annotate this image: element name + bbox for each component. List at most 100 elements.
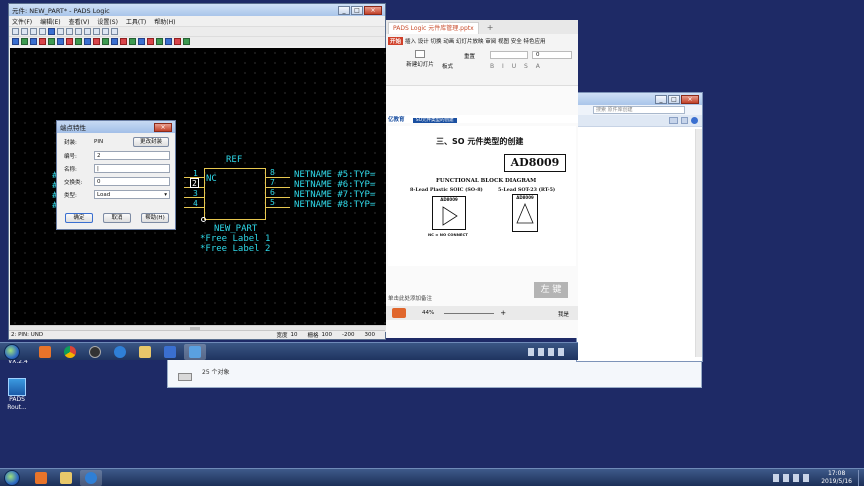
ref-designator[interactable]: REF [226,155,242,165]
reset-button[interactable]: 重置 [464,52,475,60]
ribbon-menu[interactable]: 插入 设计 切换 动画 幻灯片放映 审阅 视图 安全 特色应用 [405,37,546,45]
attribute-icon[interactable] [165,38,172,45]
decal-icon[interactable] [183,38,190,45]
close-button[interactable]: × [364,5,382,15]
help-icon[interactable] [691,117,698,124]
part-editor-icon[interactable] [111,28,118,35]
free-label[interactable]: *Free Label 1 [200,234,270,244]
print-icon[interactable] [39,28,46,35]
maximize-button[interactable]: □ [668,94,680,104]
line-icon[interactable] [66,38,73,45]
ok-button[interactable]: 确定 [65,213,93,223]
font-size-select[interactable]: 0 [532,51,572,59]
label-icon[interactable] [120,38,127,45]
new-slide-button[interactable]: 新建幻灯片 [406,50,434,68]
pin-icon[interactable] [48,38,55,45]
pin-number-icon[interactable] [138,38,145,45]
wire-icon[interactable] [21,38,28,45]
taskbar-ie[interactable] [80,469,102,486]
zoom-level[interactable]: 44% [422,310,434,316]
explorer-vscroll[interactable] [695,129,702,357]
save-icon[interactable] [30,28,37,35]
terminal-icon[interactable] [57,38,64,45]
menu-help[interactable]: 帮助(H) [154,17,175,26]
pin-array-icon[interactable] [93,38,100,45]
select-icon[interactable] [48,28,55,35]
menu-setup[interactable]: 设置(S) [97,17,118,26]
start-button[interactable] [4,343,20,360]
zoom-icon[interactable] [75,28,82,35]
taskbar-explorer[interactable] [134,344,156,360]
pin-name-icon[interactable] [147,38,154,45]
layout-button[interactable]: 板式 [442,62,453,70]
clock[interactable]: 17:08 2019/5/16 [821,470,852,486]
taskbar-explorer[interactable] [55,470,77,486]
change-package-button[interactable]: 更改封装 [133,137,169,147]
minimize-button[interactable]: _ [655,94,667,104]
taskbar-app[interactable] [30,470,52,486]
share-label[interactable]: 我是 [558,310,569,318]
refresh-icon[interactable] [84,28,91,35]
view-options-icon[interactable] [669,117,678,124]
free-label[interactable]: *Free Label 2 [200,244,270,254]
tab-pptx-file[interactable]: PADS Logic 元件库管理.pptx [388,22,479,34]
close-button[interactable]: × [681,94,699,104]
swap-field[interactable]: 0 [94,177,170,186]
redo-icon[interactable] [66,28,73,35]
new-icon[interactable] [12,28,19,35]
taskbar-app[interactable] [84,344,106,360]
arc-icon[interactable] [75,38,82,45]
delete-icon[interactable] [39,38,46,45]
tray-icons[interactable] [773,473,814,482]
mirror-icon[interactable] [111,38,118,45]
taskbar-app[interactable] [34,344,56,360]
show-desktop-button[interactable] [858,469,864,486]
play-button[interactable] [392,308,406,318]
pin-number-field[interactable]: 2 [94,151,170,160]
menu-edit[interactable]: 编辑(E) [40,17,60,26]
swap-icon[interactable] [156,38,163,45]
zoom-in-icon[interactable]: + [500,309,506,317]
menu-tools[interactable]: 工具(T) [126,17,146,26]
maximize-button[interactable]: □ [351,5,363,15]
pin-type-select[interactable]: Load ▾ [94,190,170,199]
preview-pane-icon[interactable] [681,117,688,124]
netname-label[interactable]: NETNAME #6:TYP= [294,180,375,190]
font-name-select[interactable] [490,51,528,59]
netname-label[interactable]: NETNAME #5:TYP= [294,170,375,180]
undo-icon[interactable] [57,28,64,35]
minimize-button[interactable]: _ [338,5,350,15]
slide-canvas[interactable]: 三、SO 元件类型的创建 AD8009 FUNCTIONAL BLOCK DIA… [388,126,576,266]
cancel-button[interactable]: 取消 [103,213,131,223]
move-icon[interactable] [30,38,37,45]
open-icon[interactable] [21,28,28,35]
menu-view[interactable]: 查看(V) [69,17,90,26]
gate-icon[interactable] [174,38,181,45]
search-input[interactable]: 搜索 原件库创建 [593,106,685,114]
zoom-slider[interactable] [444,312,495,314]
library-icon[interactable] [102,28,109,35]
part-name[interactable]: NEW_PART [214,224,257,234]
start-button[interactable] [4,469,20,486]
menu-file[interactable]: 文件(F) [12,17,32,26]
diagram-title: FUNCTIONAL BLOCK DIAGRAM [436,178,537,184]
pointer-icon[interactable] [12,38,19,45]
help-button[interactable]: 帮助(H) [141,213,169,223]
rotate-icon[interactable] [102,38,109,45]
wps-logo[interactable]: 开始 [388,37,404,45]
tray-icons[interactable] [528,347,568,356]
taskbar-pads[interactable] [184,343,206,360]
add-tab-icon[interactable]: + [487,23,494,32]
desktop-icon-pads-router[interactable]: PADS Rout... [1,378,33,412]
taskbar-app[interactable] [159,344,181,360]
taskbar-ie[interactable] [109,344,131,360]
properties-icon[interactable] [93,28,100,35]
taskbar-chrome[interactable] [59,344,81,360]
copy-icon[interactable] [129,38,136,45]
netname-label[interactable]: NETNAME #7:TYP= [294,190,375,200]
dialog-close-button[interactable]: × [154,122,172,132]
font-format-buttons[interactable]: B I U S A [490,63,543,70]
text-icon[interactable] [84,38,91,45]
pin-name-field[interactable]: | [94,164,170,173]
netname-label[interactable]: NETNAME #8:TYP= [294,200,375,210]
